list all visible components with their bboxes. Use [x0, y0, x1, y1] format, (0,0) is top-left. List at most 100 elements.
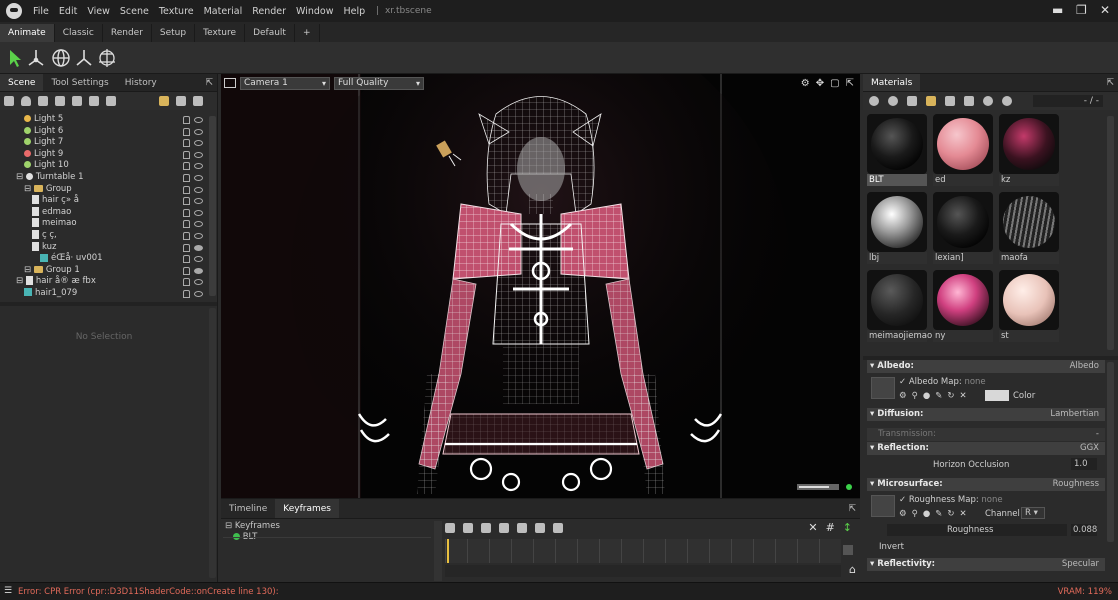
add-sky-icon[interactable]	[72, 96, 82, 106]
tab-keyframes[interactable]: Keyframes	[275, 499, 339, 518]
albedo-section[interactable]: ▾ Albedo: Albedo	[867, 360, 1105, 373]
add-camera-icon[interactable]	[38, 96, 48, 106]
frame-number-icon[interactable]: #	[826, 521, 835, 534]
visibility-eye-icon[interactable]	[194, 209, 203, 216]
tab-classic[interactable]: Classic	[55, 24, 103, 42]
playhead[interactable]	[447, 539, 449, 563]
menu-file[interactable]: File	[28, 6, 54, 17]
material-swatch[interactable]: lbj	[867, 192, 927, 264]
expand-toggle-icon[interactable]: ⊟	[16, 172, 26, 182]
transmission-dropdown[interactable]: -	[1096, 428, 1099, 441]
tree-item[interactable]: edmao	[0, 206, 208, 219]
add-shadow-catcher-icon[interactable]	[55, 96, 65, 106]
key-step-icon[interactable]	[463, 523, 473, 533]
menu-material[interactable]: Material	[199, 6, 248, 17]
play-marker-icon[interactable]: ↕	[843, 521, 852, 534]
visibility-eye-icon[interactable]	[194, 151, 203, 158]
diffusion-section[interactable]: ▾ Diffusion: Lambertian	[867, 408, 1105, 421]
key-delete-icon[interactable]	[535, 523, 545, 533]
roughness-map-tools[interactable]: ⚙⚲●✎↻✕	[899, 509, 972, 519]
visibility-eye-icon[interactable]	[194, 244, 203, 251]
tree-item[interactable]: ç ç,	[0, 229, 208, 242]
tree-item[interactable]: Light 6	[0, 126, 208, 138]
tab-history[interactable]: History	[117, 74, 165, 91]
add-tab-button[interactable]: +	[295, 24, 320, 42]
lock-icon[interactable]	[183, 150, 190, 159]
material-swatch[interactable]: kz	[999, 114, 1059, 186]
lock-icon[interactable]	[183, 255, 190, 264]
material-folder-icon[interactable]	[926, 96, 936, 106]
tab-render[interactable]: Render	[103, 24, 152, 42]
track-row[interactable]: ⊟ Keyframes	[225, 521, 280, 532]
tab-scene[interactable]: Scene	[0, 74, 44, 91]
duplicate-icon[interactable]	[176, 96, 186, 106]
albedo-color-swatch[interactable]	[985, 390, 1009, 401]
menu-window[interactable]: Window	[291, 6, 338, 17]
tree-item[interactable]: kuz	[0, 241, 208, 254]
material-page-field[interactable]: - / -	[1033, 95, 1103, 107]
reflection-section[interactable]: ▾ Reflection: GGX	[867, 442, 1105, 455]
zoom-slider[interactable]	[843, 545, 853, 555]
undock-icon[interactable]: ⇱	[205, 74, 213, 91]
lock-icon[interactable]	[183, 278, 190, 287]
material-grid-icon[interactable]	[907, 96, 917, 106]
menu-texture[interactable]: Texture	[154, 6, 199, 17]
lock-icon[interactable]	[183, 162, 190, 171]
albedo-dropdown[interactable]: Albedo	[1070, 360, 1099, 373]
visibility-eye-icon[interactable]	[194, 140, 203, 147]
minimize-icon[interactable]: ▬	[1052, 3, 1063, 17]
scale-gizmo-icon[interactable]	[74, 48, 94, 68]
visibility-eye-icon[interactable]	[194, 221, 203, 228]
maximize-view-icon[interactable]: ▢	[830, 78, 839, 89]
albedo-map-tools[interactable]: ⚙⚲●✎↻✕	[899, 391, 972, 401]
select-arrow-icon[interactable]	[6, 48, 26, 68]
quality-dropdown[interactable]: Full Quality	[334, 76, 424, 90]
lock-icon[interactable]	[183, 231, 190, 240]
tree-item[interactable]: Light 5	[0, 114, 208, 126]
tab-materials[interactable]: Materials	[863, 74, 921, 91]
lock-icon[interactable]	[183, 220, 190, 229]
menu-view[interactable]: View	[82, 6, 115, 17]
tab-texture[interactable]: Texture	[195, 24, 246, 42]
key-options-icon[interactable]	[553, 523, 563, 533]
visibility-eye-icon[interactable]	[194, 128, 203, 135]
add-light-icon[interactable]	[21, 96, 31, 106]
tree-item[interactable]: ⊟ Turntable 1	[0, 172, 208, 184]
keyframe-track-area[interactable]	[445, 539, 841, 563]
visibility-eye-icon[interactable]	[194, 163, 203, 170]
add-folder-icon[interactable]	[159, 96, 169, 106]
undock-timeline-icon[interactable]: ⇱	[848, 499, 856, 518]
lock-icon[interactable]	[183, 197, 190, 206]
reflectivity-dropdown[interactable]: Specular	[1062, 558, 1099, 571]
roughness-map-slot[interactable]	[871, 495, 895, 517]
lock-icon[interactable]	[183, 208, 190, 217]
horizon-occlusion-field[interactable]: 1.0	[1071, 458, 1097, 470]
close-icon[interactable]: ✕	[1100, 3, 1110, 17]
visibility-eye-icon[interactable]	[194, 232, 203, 239]
key-linear-icon[interactable]	[445, 523, 455, 533]
tree-item[interactable]: ⊟ Group	[0, 184, 208, 196]
material-swatch[interactable]: ny	[933, 270, 993, 342]
diffusion-dropdown[interactable]: Lambertian	[1050, 408, 1099, 421]
tree-item[interactable]: éŒå· uv001	[0, 253, 208, 265]
albedo-map-slot[interactable]	[871, 377, 895, 399]
timeline-hscrollbar[interactable]	[445, 565, 841, 577]
tree-item[interactable]: hair1_079	[0, 288, 208, 300]
move-view-icon[interactable]: ✥	[816, 78, 824, 89]
camera-dropdown[interactable]: Camera 1	[240, 76, 330, 90]
expand-toggle-icon[interactable]: ⊟	[24, 265, 34, 275]
tree-item[interactable]: ⊟ hair å® æ fbx	[0, 276, 208, 288]
lock-icon[interactable]	[183, 173, 190, 182]
add-material-icon[interactable]	[869, 96, 879, 106]
add-turntable-icon[interactable]	[89, 96, 99, 106]
reflection-dropdown[interactable]: GGX	[1080, 442, 1099, 455]
key-smooth-icon[interactable]	[481, 523, 491, 533]
add-group-icon[interactable]	[106, 96, 116, 106]
material-swatch[interactable]: st	[999, 270, 1059, 342]
materials-scrollbar[interactable]	[1107, 116, 1114, 350]
camera-icon[interactable]	[224, 78, 236, 88]
material-swatch[interactable]: lexian]	[933, 192, 993, 264]
undock-materials-icon[interactable]: ⇱	[1106, 74, 1114, 91]
visibility-eye-icon[interactable]	[194, 267, 203, 274]
tab-tool-settings[interactable]: Tool Settings	[43, 74, 116, 91]
